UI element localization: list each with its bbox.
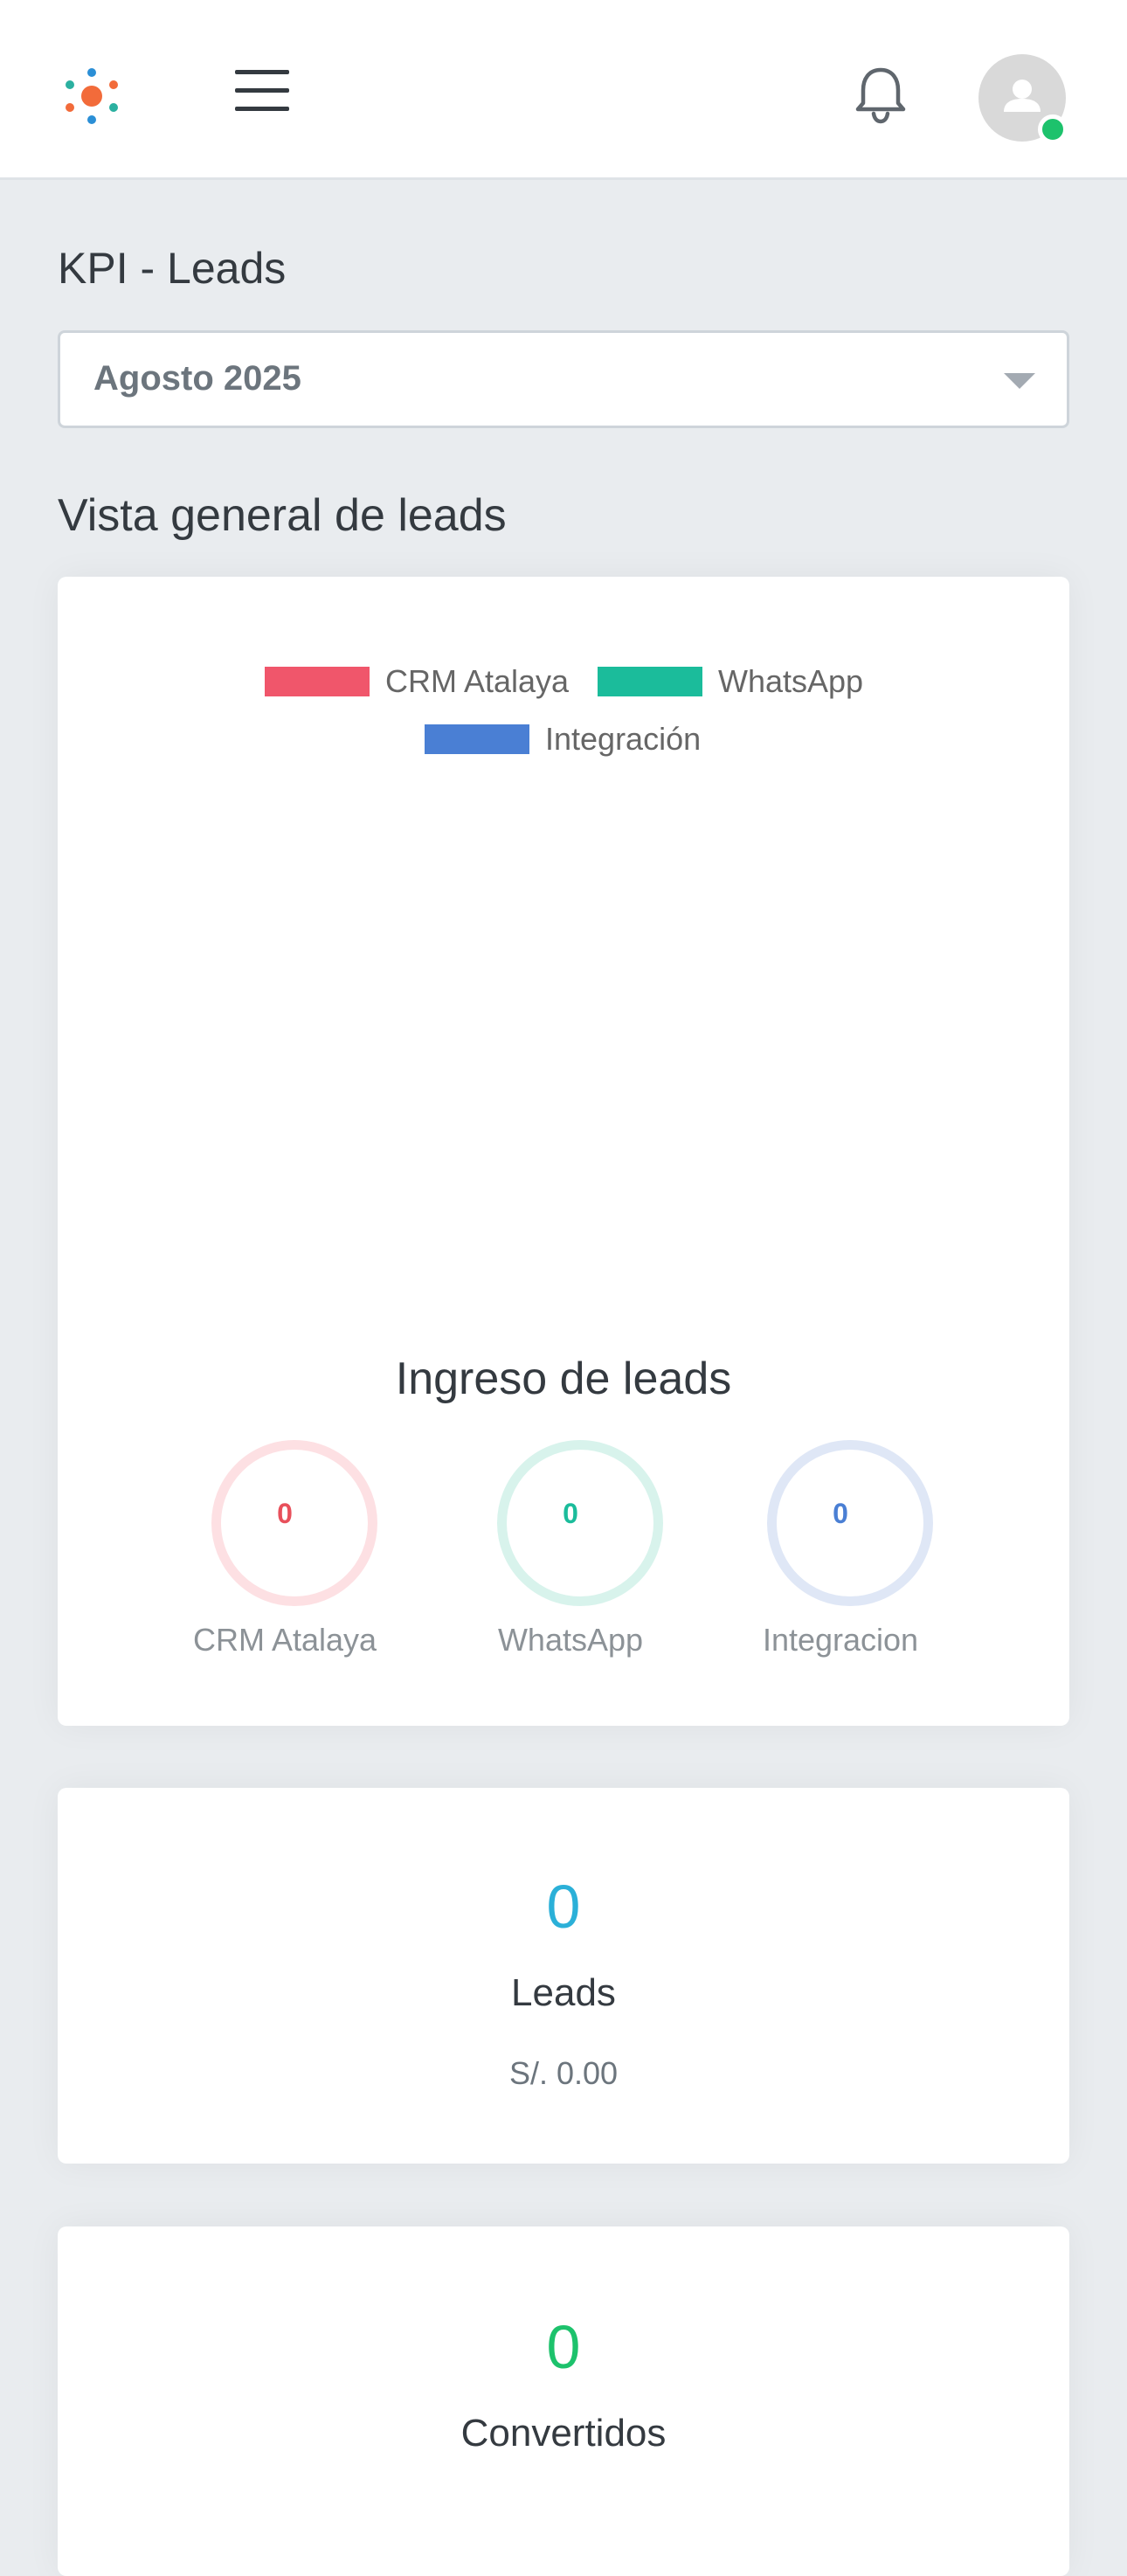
- leads-bar-chart: [110, 786, 1017, 1241]
- legend-label-integracion: Integración: [545, 721, 702, 757]
- page-title: KPI - Leads: [58, 244, 287, 293]
- legend-label-crm: CRM Atalaya: [385, 663, 570, 699]
- top-navbar: [0, 0, 1127, 180]
- leads-summary-card: 0 Leads S/. 0.00: [58, 1788, 1069, 2164]
- legend-swatch-whatsapp: [598, 667, 702, 696]
- period-select[interactable]: Agosto 2025: [58, 330, 1069, 428]
- leads-amount: S/. 0.00: [508, 2055, 619, 2091]
- legend-label-whatsapp: WhatsApp: [718, 663, 864, 699]
- leads-count: 0: [546, 1873, 581, 1941]
- online-status-dot: [1038, 114, 1068, 144]
- leads-label: Leads: [511, 1971, 616, 2014]
- overview-section-title: Vista general de leads: [58, 490, 507, 541]
- ring-crm: 0: [211, 1440, 377, 1606]
- ring-label-whatsapp: WhatsApp: [497, 1622, 644, 1658]
- period-select-value: Agosto 2025: [93, 359, 301, 398]
- ring-label-integracion: Integracion: [762, 1622, 919, 1658]
- ring-value-crm: 0: [277, 1498, 293, 1529]
- app-logo-icon[interactable]: [61, 66, 122, 127]
- chevron-down-icon: [1004, 373, 1035, 389]
- legend-swatch-integracion: [425, 724, 529, 754]
- leads-overview-card: CRM Atalaya WhatsApp Integración Ingreso…: [58, 577, 1069, 1726]
- ring-whatsapp: 0: [497, 1440, 663, 1606]
- user-avatar-icon[interactable]: [978, 54, 1068, 144]
- converted-label: Convertidos: [460, 2412, 667, 2455]
- bell-icon[interactable]: [849, 63, 912, 126]
- converted-summary-card: 0 Convertidos: [58, 2226, 1069, 2576]
- ring-value-integracion: 0: [833, 1498, 848, 1529]
- ring-label-crm: CRM Atalaya: [192, 1622, 377, 1658]
- converted-count: 0: [546, 2313, 581, 2381]
- ingreso-title: Ingreso de leads: [395, 1354, 732, 1404]
- legend-swatch-crm: [265, 667, 370, 696]
- ring-integracion: 0: [767, 1440, 933, 1606]
- hamburger-menu-icon[interactable]: [232, 68, 293, 114]
- ring-value-whatsapp: 0: [563, 1498, 578, 1529]
